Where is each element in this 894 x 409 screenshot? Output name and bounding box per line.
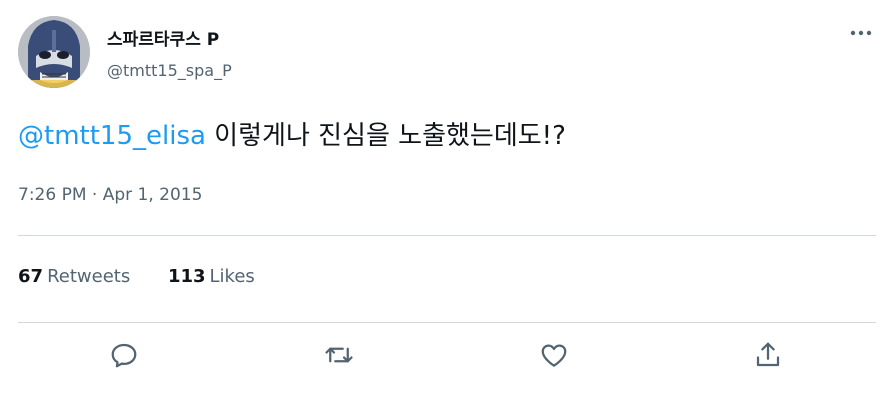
user-handle[interactable]: @tmtt15_spa_P [107, 61, 232, 80]
more-options-button[interactable] [846, 22, 876, 44]
reply-icon [111, 343, 137, 368]
likes-count: 113 [167, 266, 206, 287]
avatar-image [18, 16, 90, 88]
more-horizontal-icon [850, 30, 872, 36]
divider [18, 235, 876, 236]
retweets-count: 67 [18, 266, 44, 287]
timestamp[interactable]: 7:26 PM · Apr 1, 2015 [18, 185, 202, 205]
like-icon [541, 344, 567, 367]
tweet-card: 스파르타쿠스 P @tmtt15_spa_P @tmtt15_elisa 이렇게… [0, 0, 894, 409]
likes-label: Likes [209, 266, 255, 287]
share-button[interactable] [751, 338, 785, 372]
retweets-label: Retweets [47, 266, 131, 287]
divider [18, 322, 876, 323]
engagement-stats: 67 Retweets 113 Likes [18, 266, 287, 287]
tweet-text: @tmtt15_elisa 이렇게나 진심을 노출했는데도!? [18, 116, 566, 156]
retweet-button[interactable] [322, 338, 356, 372]
mention-link[interactable]: @tmtt15_elisa [18, 121, 206, 151]
retweet-icon [325, 347, 353, 363]
avatar[interactable] [18, 16, 90, 88]
display-name[interactable]: 스파르타쿠스 P [107, 25, 219, 50]
like-button[interactable] [537, 338, 571, 372]
retweets-stat[interactable]: 67 Retweets [18, 266, 130, 287]
share-icon [756, 342, 780, 367]
reply-button[interactable] [107, 338, 141, 372]
tweet-body: 이렇게나 진심을 노출했는데도!? [205, 121, 566, 151]
likes-stat[interactable]: 113 Likes [168, 266, 255, 287]
